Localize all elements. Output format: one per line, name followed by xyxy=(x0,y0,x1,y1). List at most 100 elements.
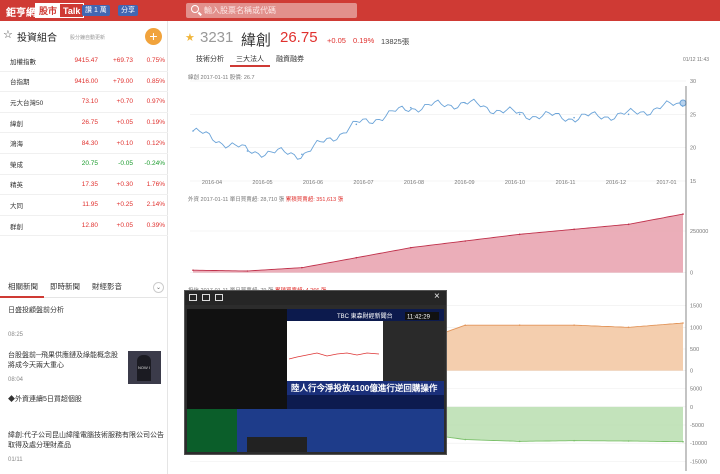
video-player[interactable]: × TBC 東森財經新聞台 11:42:29 陸人行今淨投放4100億進行逆回購… xyxy=(184,290,447,455)
portfolio-title: 投資組合 xyxy=(17,33,57,44)
data-point xyxy=(518,233,521,236)
portfolio-row[interactable]: 群創 12.80 +0.05 0.39% xyxy=(0,216,168,237)
video-screen[interactable]: TBC 東森財經新聞台 11:42:29 陸人行今淨投放4100億進行逆回購操作 xyxy=(187,309,444,452)
left-panel: ☆ 投資組合 股分鐘自動更新 + 加權指數 9415.47 +69.73 0.75% 台… xyxy=(0,21,168,474)
current-point-marker xyxy=(679,99,687,107)
news-item-title[interactable]: ◆外資連續5日買超個股 xyxy=(8,395,164,405)
stock-price: 17.35 xyxy=(81,180,98,188)
portfolio-row[interactable]: 元大台灣50 73.10 +0.70 0.97% xyxy=(0,92,168,113)
portfolio-row[interactable]: 加權指數 9415.47 +69.73 0.75% xyxy=(0,51,168,72)
y-tick-label: 25 xyxy=(690,112,696,118)
search-box[interactable] xyxy=(186,3,357,18)
site-logo[interactable]: 鉅亨網 xyxy=(6,4,36,19)
data-point xyxy=(409,106,412,109)
stock-name: 元大台灣50 xyxy=(10,99,44,107)
data-point xyxy=(192,269,194,271)
x-tick-label: 2016-06 xyxy=(303,180,323,186)
y-tick-label: -10000 xyxy=(690,441,707,447)
top-bar: 鉅亨網 股市 Talk 讚 1 萬 分享 xyxy=(0,0,720,21)
data-point xyxy=(627,113,630,116)
y-tick-label: 30 xyxy=(690,79,696,85)
stock-change: +0.10 xyxy=(116,139,133,147)
facebook-like-button[interactable]: 讚 1 萬 xyxy=(82,5,110,16)
stock-pct: 0.85% xyxy=(146,77,165,85)
y-tick-label: 1500 xyxy=(690,304,702,310)
talk-logo[interactable]: 股市 Talk xyxy=(35,3,85,18)
stock-name: 加權指數 xyxy=(10,58,36,66)
star-outline-icon: ☆ xyxy=(3,29,13,41)
y-tick-label: 5000 xyxy=(690,387,702,393)
video-title-bar: × xyxy=(185,291,446,305)
search-input[interactable] xyxy=(204,3,354,18)
tab-realtime-news[interactable]: 即時新聞 xyxy=(44,276,86,298)
status-box xyxy=(247,437,307,452)
stock-price: 84.30 xyxy=(81,139,98,147)
x-tick-label: 2017-01 xyxy=(656,180,676,186)
data-point xyxy=(573,324,575,326)
y-tick-label: 0 xyxy=(690,369,693,375)
news-item-title[interactable]: 緯創:代子公司昆山緯隆電腦技術服務有限公司公告取得及處分理財產品 xyxy=(8,431,164,451)
portfolio-row[interactable]: 台指期 9416.00 +79.00 0.85% xyxy=(0,72,168,93)
data-point xyxy=(518,440,521,443)
channel-name: TBC 東森財經新聞台 xyxy=(337,312,393,320)
data-point xyxy=(573,228,575,231)
data-point xyxy=(355,123,358,126)
news-item-time: 01/11 xyxy=(8,457,23,463)
stock-change: +0.30 xyxy=(116,180,133,188)
x-tick-label: 2016-07 xyxy=(353,180,373,186)
video-clock: 11:42:29 xyxy=(407,315,431,321)
data-point xyxy=(464,324,467,326)
news-item-title[interactable]: 台股盤前─飛果供應鏈及綠能概念股將成今天兩大重心 xyxy=(8,351,124,371)
data-point xyxy=(192,130,194,132)
maximize-icon[interactable] xyxy=(215,294,223,301)
data-point xyxy=(682,322,684,324)
portfolio-subtitle: 股分鐘自動更新 xyxy=(70,35,106,41)
stock-name: 大同 xyxy=(10,202,23,210)
data-point xyxy=(409,246,412,249)
close-icon[interactable]: × xyxy=(434,292,440,302)
stock-pct: 0.39% xyxy=(146,222,165,230)
data-point xyxy=(464,102,467,104)
stock-pct: -0.24% xyxy=(144,160,165,168)
data-point xyxy=(573,439,575,442)
portfolio-row[interactable]: 緯創 26.75 +0.05 0.19% xyxy=(0,113,168,134)
quote-board xyxy=(187,309,287,409)
facebook-share-button[interactable]: 分享 xyxy=(118,5,138,16)
data-point xyxy=(301,153,303,156)
order-book xyxy=(383,321,444,381)
logo-tag-talk: Talk xyxy=(60,4,84,17)
stock-change: +0.05 xyxy=(116,119,133,127)
stock-change: +0.70 xyxy=(116,98,133,106)
add-stock-button[interactable]: + xyxy=(145,28,162,45)
data-point xyxy=(518,113,521,116)
x-tick-label: 2016-12 xyxy=(606,180,626,186)
stock-change: +69.73 xyxy=(112,57,133,65)
mini-chart-area xyxy=(287,321,383,381)
y-tick-label: 0 xyxy=(690,271,693,277)
y-tick-label: 500 xyxy=(690,347,699,353)
data-point xyxy=(464,438,467,441)
news-item-title[interactable]: 日盛投顧盤前分析 xyxy=(8,306,164,316)
tab-finance-video[interactable]: 財經影音 xyxy=(86,276,128,298)
chevron-down-icon[interactable]: ⌄ xyxy=(153,282,164,293)
restore-icon[interactable] xyxy=(202,294,210,301)
minimize-icon[interactable] xyxy=(189,294,197,301)
index-bar xyxy=(287,395,444,409)
portfolio-row[interactable]: 精英 17.35 +0.30 1.76% xyxy=(0,175,168,196)
news-item-time: 08:25 xyxy=(8,332,24,338)
tab-related-news[interactable]: 相關新聞 xyxy=(0,276,44,298)
portfolio-row[interactable]: 榮成 20.75 -0.05 -0.24% xyxy=(0,154,168,175)
stock-price: 73.10 xyxy=(81,98,98,106)
series-line xyxy=(192,98,684,160)
sector-box xyxy=(187,409,237,452)
data-point xyxy=(246,270,249,272)
stock-name: 緯創 xyxy=(10,120,23,128)
data-point xyxy=(682,213,684,215)
data-point xyxy=(627,223,630,226)
data-point xyxy=(464,240,467,242)
portfolio-row[interactable]: 大同 11.95 +0.25 2.14% xyxy=(0,195,168,216)
portfolio-row[interactable]: 鴻海 84.30 +0.10 0.12% xyxy=(0,133,168,154)
stock-pct: 0.75% xyxy=(146,57,165,65)
news-thumbnail[interactable]: NOW I xyxy=(128,351,161,384)
stock-pct: 0.12% xyxy=(146,139,165,147)
